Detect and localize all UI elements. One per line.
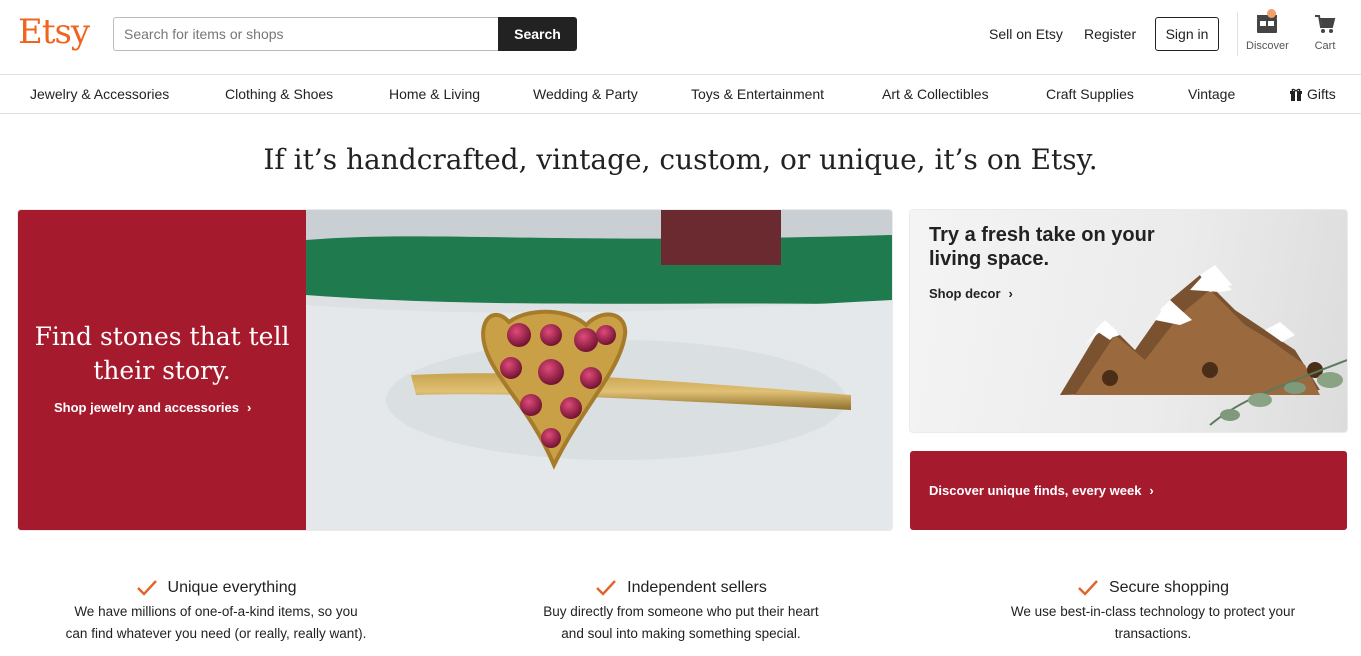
value-line: and soul into making something special. bbox=[561, 626, 801, 641]
decor-title: Try a fresh take on your living space. bbox=[929, 224, 1155, 270]
value-title: Unique everything bbox=[167, 579, 297, 596]
value-heading: Secure shopping bbox=[955, 576, 1351, 600]
shop-jewelry-label: Shop jewelry and accessories bbox=[54, 400, 239, 415]
value-independent-sellers: Independent sellers Buy directly from so… bbox=[483, 576, 879, 645]
value-description: We have millions of one-of-a-kind items,… bbox=[18, 601, 414, 645]
cart-label: Cart bbox=[1314, 40, 1336, 52]
category-jewelry[interactable]: Jewelry & Accessories bbox=[30, 86, 169, 102]
chevron-right-icon: › bbox=[1008, 286, 1013, 301]
sell-on-etsy-link[interactable]: Sell on Etsy bbox=[989, 26, 1063, 42]
hero-banner[interactable]: Find stones that tell their story. Shop … bbox=[18, 210, 892, 530]
value-unique-everything: Unique everything We have millions of on… bbox=[18, 576, 414, 645]
value-line: We have millions of one-of-a-kind items,… bbox=[74, 604, 358, 619]
discover-unique-finds-label: Discover unique finds, every week bbox=[929, 483, 1142, 498]
shop-decor-link[interactable]: Shop decor › bbox=[929, 286, 1013, 301]
search-button[interactable]: Search bbox=[498, 17, 577, 51]
cart-button[interactable]: Cart bbox=[1314, 14, 1336, 52]
decor-promo-card[interactable]: Try a fresh take on your living space. S… bbox=[910, 210, 1347, 432]
category-art[interactable]: Art & Collectibles bbox=[882, 86, 989, 102]
value-title: Independent sellers bbox=[627, 579, 767, 596]
category-clothing[interactable]: Clothing & Shoes bbox=[225, 86, 333, 102]
etsy-logo[interactable]: Etsy bbox=[18, 12, 90, 52]
checkmark-icon bbox=[136, 580, 157, 596]
category-wedding[interactable]: Wedding & Party bbox=[533, 86, 638, 102]
discover-promo-card[interactable]: Discover unique finds, every week › bbox=[910, 451, 1347, 530]
hero-text-panel: Find stones that tell their story. Shop … bbox=[18, 210, 306, 530]
value-line: Buy directly from someone who put their … bbox=[543, 604, 819, 619]
page-headline: If it’s handcrafted, vintage, custom, or… bbox=[263, 143, 1098, 176]
header-divider bbox=[1237, 12, 1238, 56]
category-nav: Jewelry & Accessories Clothing & Shoes H… bbox=[0, 75, 1361, 114]
gift-icon bbox=[1290, 88, 1302, 101]
value-heading: Unique everything bbox=[18, 576, 414, 600]
search-input[interactable] bbox=[113, 17, 498, 51]
value-secure-shopping: Secure shopping We use best-in-class tec… bbox=[955, 576, 1351, 645]
value-line: We use best-in-class technology to prote… bbox=[1010, 604, 1296, 619]
checkmark-icon bbox=[596, 580, 617, 596]
category-toys[interactable]: Toys & Entertainment bbox=[691, 86, 824, 102]
chevron-right-icon: › bbox=[1149, 483, 1154, 498]
value-title: Secure shopping bbox=[1108, 579, 1230, 596]
category-craft[interactable]: Craft Supplies bbox=[1046, 86, 1134, 102]
value-description: We use best-in-class technology to prote… bbox=[955, 601, 1351, 645]
site-header: Etsy Search Sell on Etsy Register Sign i… bbox=[0, 0, 1361, 75]
checkmark-icon bbox=[1078, 580, 1098, 596]
category-vintage[interactable]: Vintage bbox=[1188, 86, 1235, 102]
heart-ring-image bbox=[306, 210, 892, 530]
discover-unique-finds-link[interactable]: Discover unique finds, every week › bbox=[929, 483, 1154, 498]
shop-jewelry-link[interactable]: Shop jewelry and accessories › bbox=[54, 400, 251, 415]
gifts-label: Gifts bbox=[1307, 86, 1336, 102]
cart-icon bbox=[1314, 14, 1336, 40]
category-home[interactable]: Home & Living bbox=[389, 86, 480, 102]
sign-in-button[interactable]: Sign in bbox=[1155, 17, 1219, 51]
discover-button[interactable]: Discover bbox=[1246, 9, 1289, 52]
hero-title: Find stones that tell their story. bbox=[34, 322, 290, 385]
discover-label: Discover bbox=[1246, 40, 1289, 52]
search-bar: Search bbox=[113, 17, 577, 51]
value-line: can find whatever you need (or really, r… bbox=[65, 626, 367, 641]
category-gifts[interactable]: Gifts bbox=[1290, 86, 1336, 102]
shop-decor-label: Shop decor bbox=[929, 286, 1001, 301]
discover-icon bbox=[1255, 9, 1279, 40]
value-heading: Independent sellers bbox=[483, 576, 879, 600]
chevron-right-icon: › bbox=[246, 400, 252, 415]
register-link[interactable]: Register bbox=[1084, 26, 1136, 42]
value-line: transactions. bbox=[1114, 626, 1192, 641]
value-description: Buy directly from someone who put their … bbox=[483, 601, 879, 645]
